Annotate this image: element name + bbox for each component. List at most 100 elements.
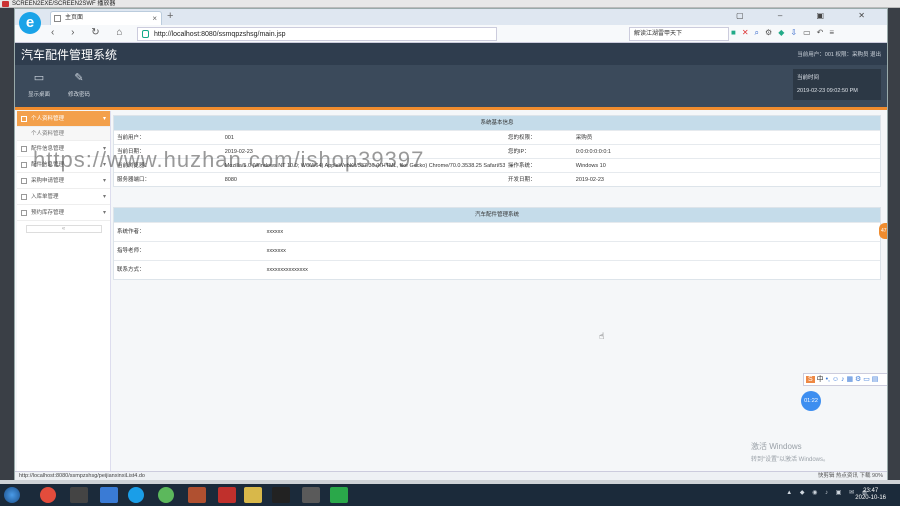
url-text: http://localhost:8080/ssmqpzshsg/main.js… (154, 31, 286, 38)
clock-time: 23:47 (863, 488, 879, 494)
row-key: 您的权限： (507, 135, 536, 141)
pencil-icon: ✎ (74, 72, 84, 84)
clock-date: 2020-10-16 (855, 495, 886, 501)
change-password-button[interactable]: ✎ 修改密码 (59, 71, 99, 98)
activate-title: 激活 Windows (751, 442, 802, 451)
row-value: 采购员 (575, 135, 593, 141)
folder-icon (21, 178, 27, 184)
sidebar-item-inbound[interactable]: 入库单管理 ▾ (17, 189, 110, 205)
close-tab-icon[interactable]: × (152, 12, 157, 25)
sidebar-item-purchase[interactable]: 采购申请管理 ▾ (17, 173, 110, 189)
sidebar-collapse-button[interactable]: « (25, 225, 102, 233)
url-input[interactable]: http://localhost:8080/ssmqpzshsg/main.js… (137, 27, 497, 41)
table-row: 系统作者： xxxxxx (114, 222, 880, 241)
row-value: Windows 10 (575, 163, 606, 169)
row-key: 服务器端口： (117, 177, 151, 183)
sidebar-item-label: 预约库存管理 (31, 210, 65, 216)
address-bar-row: ‹ › ↻ ⌂ ☆ http://localhost:8080/ssmqpzsh… (15, 25, 887, 43)
time-label: 当前时间 (797, 75, 820, 81)
browser-window: e 主页面 × + ▢ – ▣ ✕ ‹ › ↻ ⌂ ☆ http://local… (14, 8, 888, 481)
folder-icon (21, 146, 27, 152)
secure-icon (142, 30, 149, 38)
side-tab[interactable]: 47 (879, 223, 887, 239)
monitor-icon: ▭ (33, 72, 45, 84)
sidebar-item-stock[interactable]: 预约库存管理 ▾ (17, 205, 110, 221)
browser-taskbar-icon[interactable] (128, 487, 144, 503)
timer-badge[interactable]: 01:22 (801, 391, 821, 411)
app-info-table: 汽车配件管理系统 系统作者： xxxxxx 指导老师： xxxxxxx 联系方式： x… (113, 207, 881, 280)
main-content: 系统基本信息 当前用户： 001 您的权限： 采购员 当前日期： 2019-02-23 您… (113, 115, 881, 280)
page-icon (54, 15, 61, 22)
activate-subtitle: 转到“设置”以激活 Windows。 (751, 457, 830, 463)
table-row: 指导老师： xxxxxxx (114, 241, 880, 260)
player-icon (2, 1, 9, 7)
chevron-down-icon: ▾ (102, 116, 106, 122)
app-header: 汽车配件管理系统 当前用户：001 权限：采购员 退出 (15, 43, 887, 65)
clock[interactable]: 23:47 2020-10-16 (855, 488, 886, 502)
watermark-url: https://www.huzhan.com/ishop39397 (33, 147, 425, 172)
row-key: 系统作者： (117, 229, 145, 235)
sidebar-item-label: 个人资料管理 (31, 116, 65, 122)
tab-bar: e 主页面 × + ▢ – ▣ ✕ (15, 9, 887, 34)
hand-cursor-icon: ☝ (599, 331, 605, 341)
sidebar-item-label: 采购申请管理 (31, 178, 65, 184)
browser-tool-icons[interactable]: ■✕⌕⚙◆⇩▭↶≡ (731, 28, 840, 38)
time-value: 2019-02-23 09:02:50 PM (797, 88, 858, 94)
app-title: 汽车配件管理系统 (21, 48, 118, 62)
app-taskbar-icon[interactable] (302, 487, 320, 503)
row-value: 2019-02-23 (575, 177, 604, 183)
player-title-bar: SCREEN2EXE/SCREEN2SWF 播放器 (0, 0, 900, 8)
app-taskbar-icon[interactable] (330, 487, 348, 503)
tab-main[interactable]: 主页面 × (50, 11, 162, 25)
search-text: 解读江湖雷甲天下 (634, 31, 683, 37)
row-value: 001 (224, 135, 234, 141)
activate-windows-notice: 激活 Windows 转到“设置”以激活 Windows。 (751, 441, 829, 463)
chevron-down-icon: ▾ (102, 210, 106, 216)
folder-taskbar-icon[interactable] (244, 487, 262, 503)
new-tab-button[interactable]: + (167, 10, 173, 22)
chevron-down-icon: ▾ (102, 194, 106, 200)
player-title: SCREEN2EXE/SCREEN2SWF 播放器 (12, 1, 116, 7)
sidebar-subitem-profile[interactable]: 个人资料管理 (17, 127, 110, 141)
row-key: 开发日期： (507, 177, 536, 183)
row-value: xxxxxxx (266, 248, 286, 254)
row-value: xxxxxxxxxxxxxxx (266, 267, 308, 273)
app-taskbar-icon[interactable] (188, 487, 206, 503)
qq-taskbar-icon[interactable] (272, 487, 290, 503)
show-desktop-label: 显示桌面 (27, 92, 50, 98)
app-taskbar-icon[interactable] (100, 487, 118, 503)
edit-icon (21, 116, 27, 122)
row-key: 联系方式： (117, 267, 145, 273)
table-row: 联系方式： xxxxxxxxxxxxxxx (114, 260, 880, 279)
taskbar: ▲ ◆ ◉ ♪ ▣ ✉ ◍ 23:47 2020-10-16 (0, 484, 900, 506)
flash-taskbar-icon[interactable] (218, 487, 236, 503)
show-desktop-button[interactable]: ▭ 显示桌面 (19, 71, 59, 98)
start-button[interactable] (4, 487, 20, 503)
chevron-down-icon: ▾ (102, 178, 106, 184)
user-info[interactable]: 当前用户：001 权限：采购员 退出 (797, 50, 881, 58)
row-key: 指导老师： (117, 248, 145, 254)
app-frame: 汽车配件管理系统 当前用户：001 权限：采购员 退出 ▭ 显示桌面 ✎ 修改密… (15, 43, 887, 473)
row-value: 8080 (224, 177, 237, 183)
row-value: xxxxxx (266, 229, 284, 235)
sidebar-item-profile[interactable]: 个人资料管理 ▾ (17, 111, 110, 127)
table-title: 系统基本信息 (114, 116, 880, 130)
chrome-taskbar-icon[interactable] (40, 487, 56, 503)
header-divider (15, 107, 887, 110)
folder-icon (21, 194, 27, 200)
row-key: 您的IP： (507, 149, 530, 155)
change-password-label: 修改密码 (67, 92, 90, 98)
window-controls[interactable]: ▢ – ▣ ✕ (736, 11, 881, 20)
ime-toolbar[interactable]: S 中 •, ☺ ♪ ▦ ⚙ ▭ ▤ (803, 373, 887, 386)
app-taskbar-icon[interactable] (158, 487, 174, 503)
folder-icon (21, 162, 27, 168)
app-toolbar: ▭ 显示桌面 ✎ 修改密码 当前时间 2019-02-23 09:02:50 P… (15, 65, 887, 107)
row-key: 当前用户： (117, 135, 145, 141)
time-panel: 当前时间 2019-02-23 09:02:50 PM (793, 69, 881, 100)
app-taskbar-icon[interactable] (70, 487, 88, 503)
row-key: 操作系统： (507, 163, 536, 169)
tab-title: 主页面 (65, 15, 84, 21)
table-title: 汽车配件管理系统 (114, 208, 880, 222)
folder-icon (21, 210, 27, 216)
search-input[interactable]: 解读江湖雷甲天下 (629, 27, 729, 41)
